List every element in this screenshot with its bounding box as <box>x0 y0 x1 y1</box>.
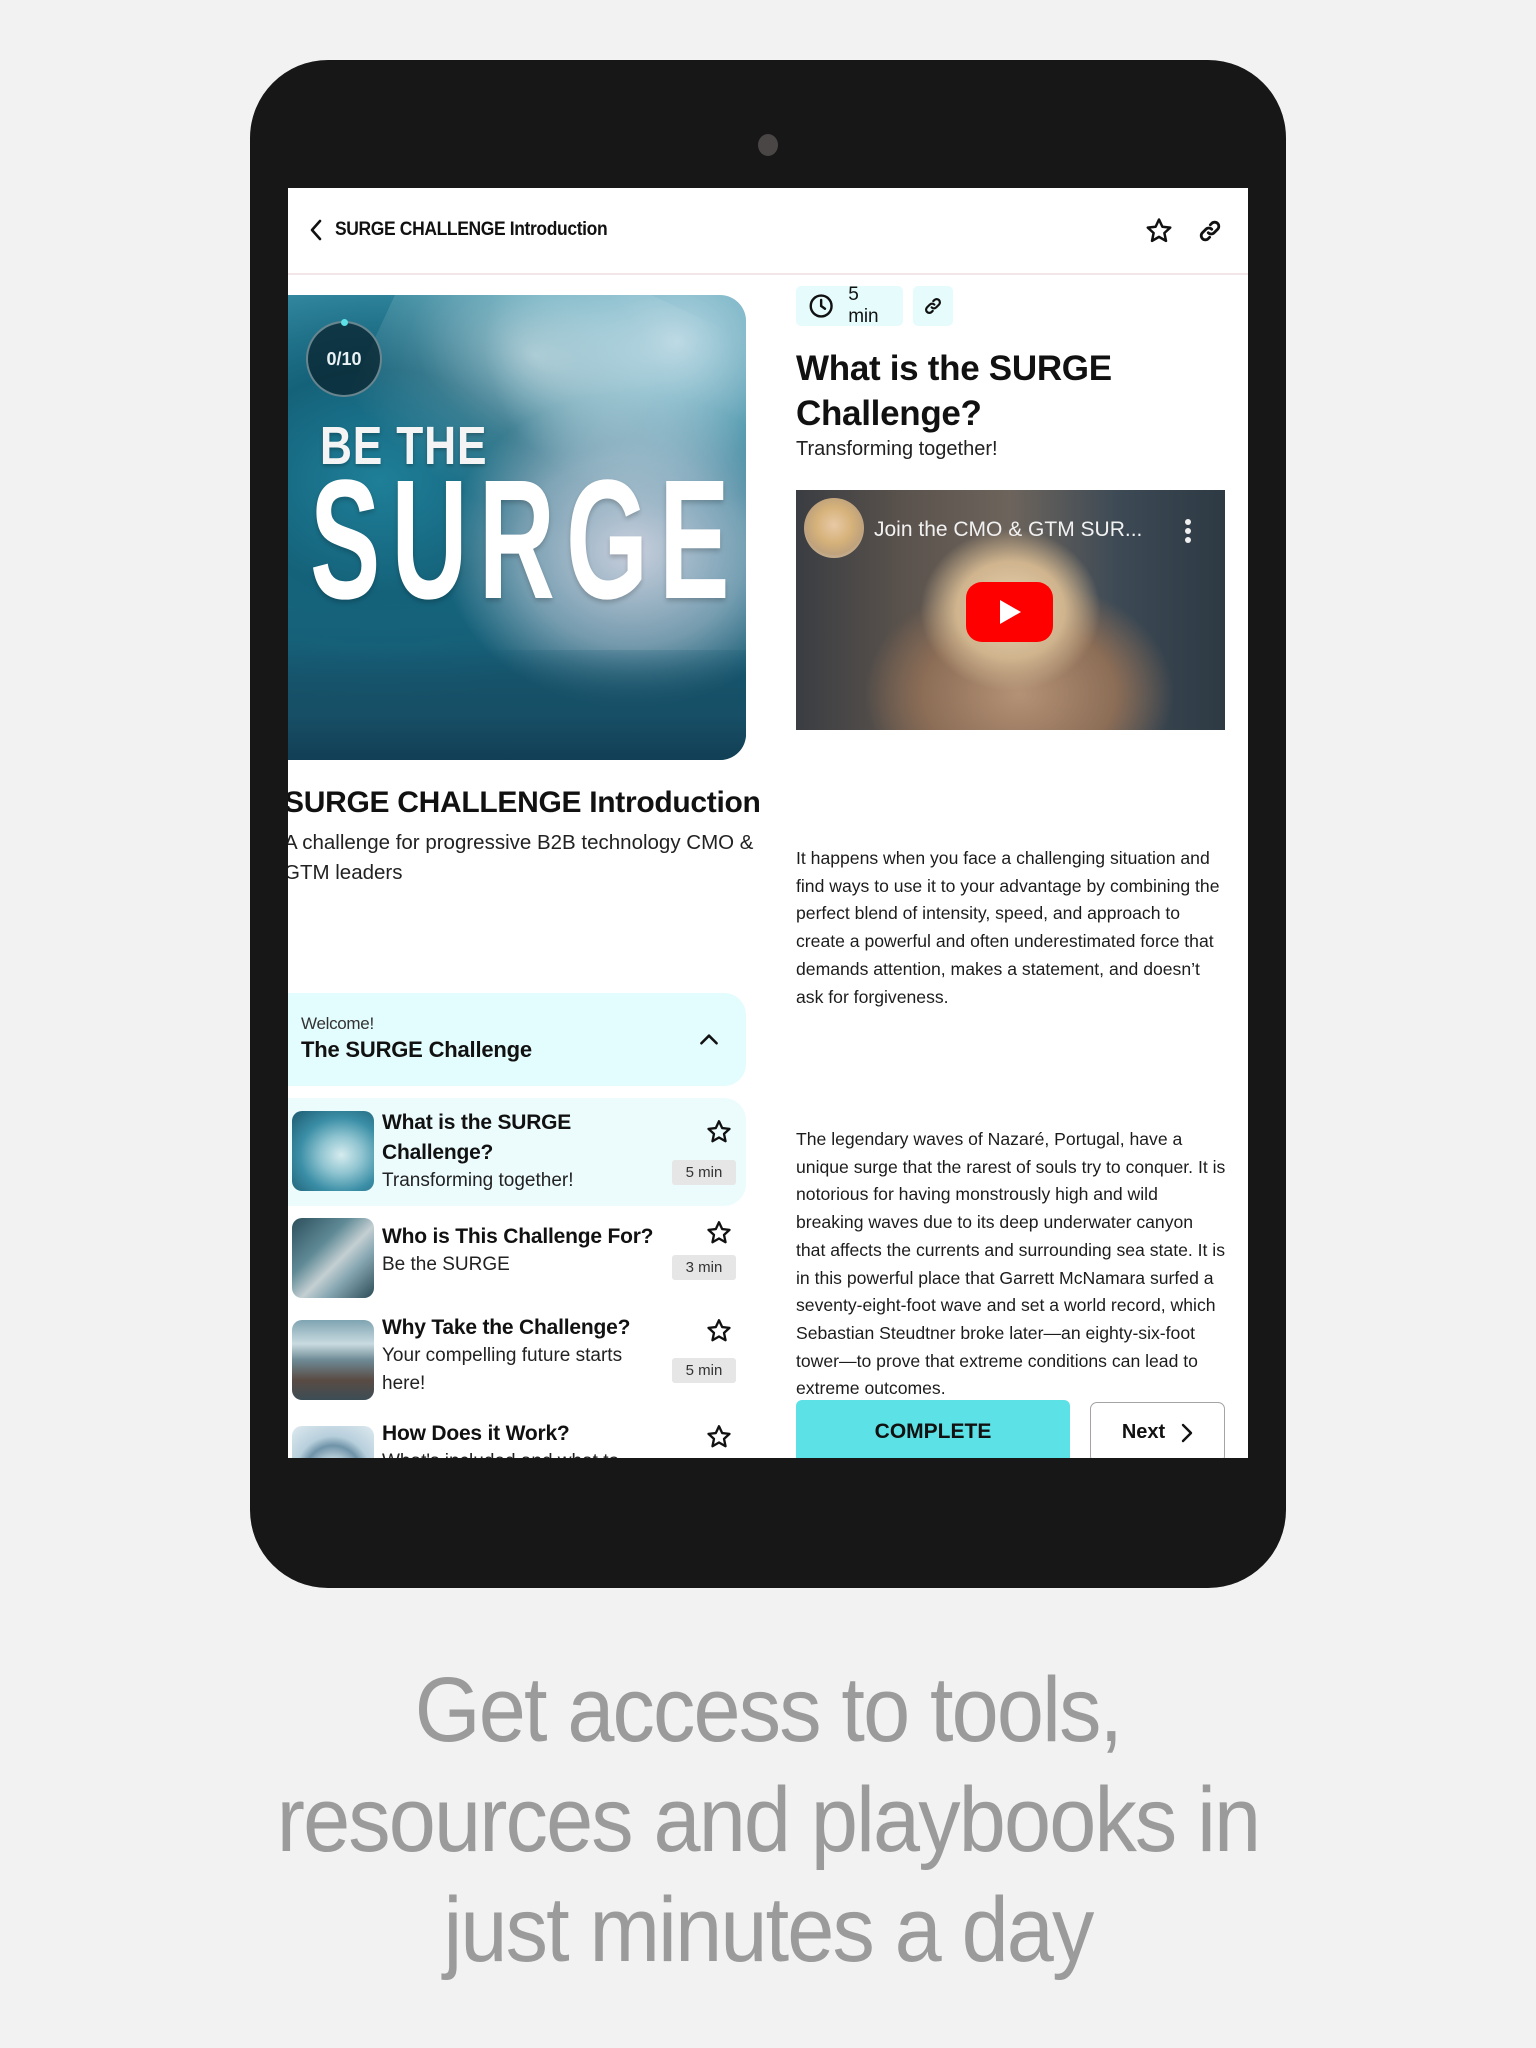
play-button[interactable] <box>966 582 1053 642</box>
caption-line: just minutes a day <box>443 1879 1094 1981</box>
lesson-item[interactable]: What is the SURGE Challenge? Transformin… <box>288 1098 746 1206</box>
lesson-thumbnail <box>292 1426 374 1458</box>
marketing-caption: Get access to tools, resources and playb… <box>61 1655 1474 1985</box>
lesson-favorite-button[interactable] <box>704 1117 734 1147</box>
chevron-up-icon <box>700 1034 718 1045</box>
lesson-item[interactable]: Who is This Challenge For? Be the SURGE … <box>288 1218 746 1303</box>
star-icon <box>707 1120 731 1143</box>
lesson-subtitle: Be the SURGE <box>382 1254 510 1275</box>
link-icon <box>925 298 941 314</box>
progress-count: 0/10 <box>326 348 362 369</box>
duration-text: 5 min <box>848 284 879 327</box>
more-vertical-icon <box>1185 519 1191 525</box>
chevron-right-icon <box>1181 1423 1193 1442</box>
cover-text-surge: SURGE <box>310 445 741 635</box>
star-icon <box>1146 218 1172 243</box>
lesson-favorite-button[interactable] <box>704 1218 734 1248</box>
app-header: SURGE CHALLENGE Introduction <box>288 188 1248 275</box>
duration-chip: 5 min <box>796 284 903 327</box>
lesson-title: How Does it Work? <box>382 1422 570 1445</box>
video-player[interactable]: Join the CMO & GTM SUR... <box>796 490 1225 730</box>
lesson-subtitle: Your compelling future starts here! <box>382 1345 623 1394</box>
clock-icon <box>809 294 833 318</box>
complete-button[interactable]: COMPLETE <box>796 1400 1070 1458</box>
lesson-thumbnail <box>292 1111 374 1191</box>
course-cover-image: 0/10 BE THE SURGE <box>288 295 746 760</box>
lesson-duration: 3 min <box>672 1255 736 1280</box>
lesson-meta: 5 min <box>796 284 953 327</box>
lesson-item[interactable]: Why Take the Challenge? Your compelling … <box>288 1316 746 1410</box>
lesson-subtitle: Transforming together! <box>382 1170 574 1191</box>
course-title: SURGE CHALLENGE Introduction <box>288 786 761 819</box>
lesson-thumbnail <box>292 1320 374 1400</box>
progress-ring: 0/10 <box>306 319 382 397</box>
favorite-button[interactable] <box>1143 215 1175 247</box>
star-icon <box>707 1425 731 1448</box>
chevron-left-icon <box>310 219 322 241</box>
copy-link-button[interactable] <box>913 286 953 326</box>
section-kicker: Welcome! <box>301 1014 374 1033</box>
section-name: The SURGE Challenge <box>301 1037 532 1062</box>
section-toggle[interactable]: Welcome! The SURGE Challenge <box>288 993 746 1086</box>
lesson-tagline: Transforming together! <box>796 438 998 460</box>
lesson-favorite-button[interactable] <box>704 1316 734 1346</box>
lesson-paragraph: It happens when you face a challenging s… <box>796 848 1220 1007</box>
channel-avatar <box>804 498 864 558</box>
next-button[interactable]: Next <box>1090 1402 1225 1458</box>
app-screen: SURGE CHALLENGE Introduction 0/10 BE THE… <box>288 188 1248 1458</box>
lesson-duration: 5 min <box>672 1358 736 1383</box>
lesson-thumbnail <box>292 1218 374 1298</box>
next-label: Next <box>1121 1421 1166 1443</box>
lesson-title: Who is This Challenge For? <box>382 1225 654 1248</box>
play-icon <box>999 600 1021 624</box>
caption-line: resources and playbooks in <box>276 1769 1261 1871</box>
video-more-button[interactable] <box>1178 516 1198 546</box>
lesson-favorite-button[interactable] <box>704 1422 734 1452</box>
video-title: Join the CMO & GTM SUR... <box>874 518 1143 541</box>
lesson-heading: What is the SURGE Challenge? <box>796 349 1112 433</box>
star-icon <box>707 1221 731 1244</box>
header-title: SURGE CHALLENGE Introduction <box>335 219 608 240</box>
lesson-duration: 5 min <box>672 1160 736 1185</box>
lesson-title: What is the SURGE Challenge? <box>382 1111 572 1164</box>
camera-dot <box>758 134 778 156</box>
link-icon <box>1199 220 1221 242</box>
course-description: A challenge for progressive B2B technolo… <box>288 831 754 884</box>
share-link-button[interactable] <box>1194 215 1226 247</box>
back-button[interactable] <box>302 216 330 244</box>
tablet-frame: SURGE CHALLENGE Introduction 0/10 BE THE… <box>250 60 1286 1588</box>
lesson-subtitle: What's included and what to expect <box>382 1448 647 1458</box>
star-icon <box>707 1319 731 1342</box>
caption-line: Get access to tools, <box>414 1659 1123 1761</box>
lesson-item[interactable]: How Does it Work? What's included and wh… <box>288 1422 746 1458</box>
lesson-title: Why Take the Challenge? <box>382 1316 631 1339</box>
lesson-paragraph: The legendary waves of Nazaré, Portugal,… <box>796 1129 1226 1399</box>
